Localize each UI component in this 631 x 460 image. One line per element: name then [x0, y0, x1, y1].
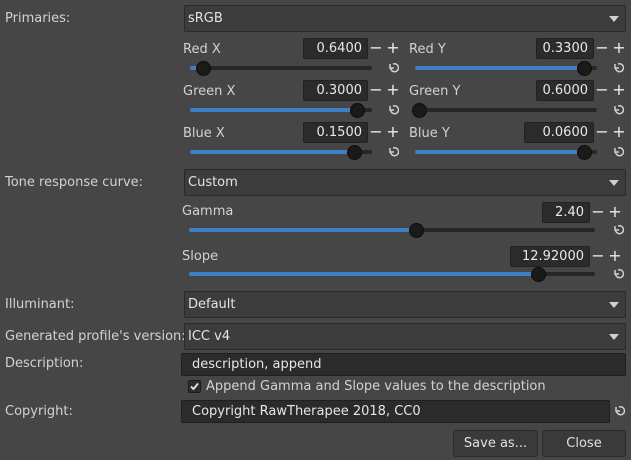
red-x-input[interactable]: 0.6400 — [303, 38, 368, 59]
blue-x-increment-button[interactable]: + — [385, 123, 401, 141]
copyright-label: Copyright: — [5, 404, 73, 419]
blue-x-input[interactable]: 0.1500 — [303, 122, 368, 143]
description-label: Description: — [5, 356, 84, 371]
gamma-slider-handle[interactable] — [409, 223, 425, 238]
chevron-down-icon — [609, 16, 619, 22]
green-y-increment-button[interactable]: + — [611, 81, 627, 99]
primaries-select[interactable]: sRGB — [184, 5, 626, 32]
blue-x-label: Blue X — [183, 126, 225, 141]
trc-select[interactable]: Custom — [184, 169, 626, 196]
blue-x-slider-handle[interactable] — [346, 145, 362, 160]
illuminant-label: Illuminant: — [5, 297, 75, 312]
red-x-decrement-button[interactable]: − — [368, 39, 384, 57]
red-y-increment-button[interactable]: + — [611, 39, 627, 57]
checkmark-icon — [190, 382, 199, 391]
green-x-label: Green X — [183, 84, 236, 99]
green-y-label: Green Y — [409, 84, 461, 99]
slope-label: Slope — [182, 249, 219, 264]
blue-x-slider[interactable] — [190, 145, 372, 160]
primaries-label: Primaries: — [5, 11, 71, 26]
green-x-increment-button[interactable]: + — [385, 81, 401, 99]
blue-x-decrement-button[interactable]: − — [368, 123, 384, 141]
chevron-down-icon — [609, 334, 619, 340]
green-y-reset-icon[interactable] — [612, 104, 624, 116]
gamma-label: Gamma — [182, 204, 234, 219]
green-x-input[interactable]: 0.3000 — [303, 80, 368, 101]
red-y-slider-handle[interactable] — [577, 61, 593, 76]
append-checkbox-label[interactable]: Append Gamma and Slope values to the des… — [206, 379, 546, 394]
blue-y-slider-handle[interactable] — [577, 145, 593, 160]
chevron-down-icon — [609, 180, 619, 186]
red-x-reset-icon[interactable] — [387, 62, 399, 74]
version-select[interactable]: ICC v4 — [184, 323, 626, 350]
red-x-label: Red X — [183, 42, 221, 57]
green-x-slider[interactable] — [190, 103, 372, 118]
slope-slider-handle[interactable] — [531, 267, 547, 282]
copyright-input[interactable]: Copyright RawTherapee 2018, CC0 — [181, 400, 610, 423]
version-label: Generated profile's version: — [5, 329, 186, 344]
red-x-increment-button[interactable]: + — [385, 39, 401, 57]
description-input[interactable]: description, append — [181, 353, 626, 376]
slope-increment-button[interactable]: + — [607, 247, 623, 265]
blue-y-label: Blue Y — [409, 126, 450, 141]
chevron-down-icon — [609, 302, 619, 308]
append-checkbox[interactable] — [188, 380, 201, 393]
copyright-reset-icon[interactable] — [613, 405, 625, 417]
close-button[interactable]: Close — [542, 430, 626, 457]
gamma-reset-icon[interactable] — [612, 224, 624, 236]
red-y-slider[interactable] — [415, 61, 597, 76]
blue-y-slider[interactable] — [415, 145, 597, 160]
blue-y-decrement-button[interactable]: − — [594, 123, 610, 141]
red-y-input[interactable]: 0.3300 — [536, 38, 594, 59]
green-x-slider-handle[interactable] — [350, 103, 366, 118]
version-value: ICC v4 — [188, 329, 231, 344]
illuminant-value: Default — [188, 297, 236, 312]
blue-y-increment-button[interactable]: + — [611, 123, 627, 141]
trc-label: Tone response curve: — [5, 175, 144, 190]
slope-decrement-button[interactable]: − — [590, 247, 606, 265]
slope-slider[interactable] — [189, 267, 595, 282]
gamma-input[interactable]: 2.40 — [542, 202, 590, 223]
gamma-decrement-button[interactable]: − — [590, 203, 606, 221]
green-y-input[interactable]: 0.6000 — [536, 80, 594, 101]
red-x-slider-handle[interactable] — [195, 61, 211, 76]
green-y-slider-handle[interactable] — [411, 103, 427, 118]
green-y-decrement-button[interactable]: − — [594, 81, 610, 99]
illuminant-select[interactable]: Default — [184, 291, 626, 318]
gamma-slider[interactable] — [189, 223, 595, 238]
green-x-reset-icon[interactable] — [387, 104, 399, 116]
save-as-button[interactable]: Save as... — [453, 430, 538, 457]
blue-x-reset-icon[interactable] — [387, 146, 399, 158]
red-y-label: Red Y — [409, 42, 446, 57]
slope-input[interactable]: 12.92000 — [510, 246, 590, 267]
primaries-value: sRGB — [188, 11, 223, 26]
slope-reset-icon[interactable] — [612, 268, 624, 280]
green-y-slider[interactable] — [411, 103, 597, 118]
green-x-decrement-button[interactable]: − — [368, 81, 384, 99]
trc-value: Custom — [188, 175, 238, 190]
gamma-increment-button[interactable]: + — [607, 203, 623, 221]
blue-y-reset-icon[interactable] — [612, 146, 624, 158]
blue-y-input[interactable]: 0.0600 — [524, 122, 594, 143]
red-x-slider[interactable] — [190, 61, 372, 76]
red-y-decrement-button[interactable]: − — [594, 39, 610, 57]
red-y-reset-icon[interactable] — [612, 62, 624, 74]
